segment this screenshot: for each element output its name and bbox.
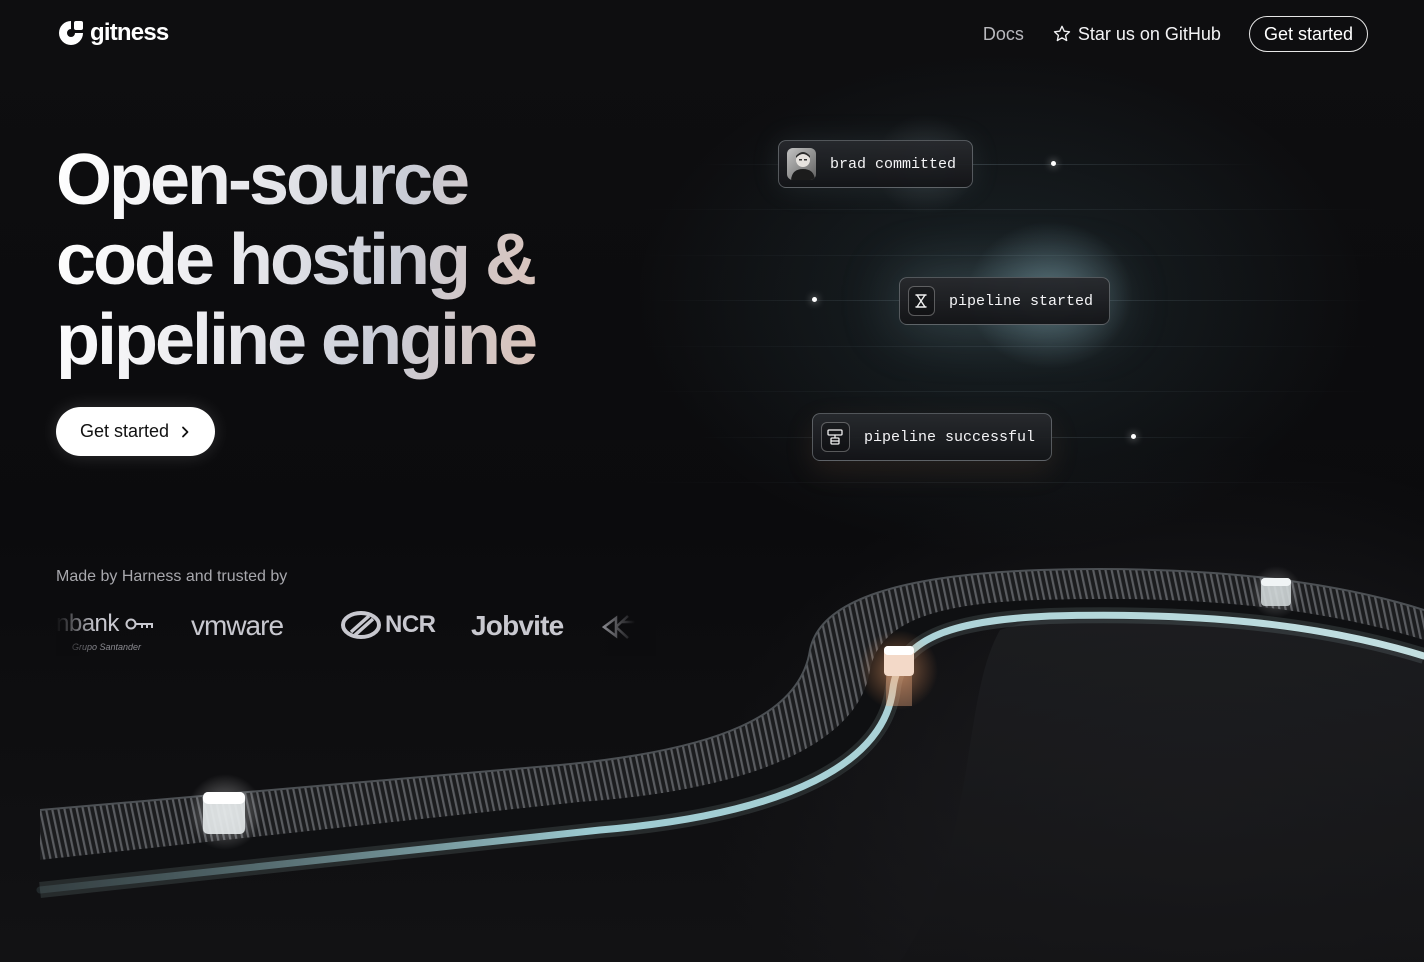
- event-text: pipeline successful: [863, 428, 1035, 446]
- avatar: [787, 148, 816, 180]
- hero-title: Open-source code hosting & pipeline engi…: [56, 140, 616, 380]
- gitness-logo-icon: [59, 21, 83, 45]
- hero-get-started-button[interactable]: Get started: [56, 407, 215, 456]
- event-text: brad committed: [829, 155, 956, 173]
- track-line: [640, 391, 1380, 392]
- hero-title-line: code hosting &: [56, 220, 534, 300]
- user-avatar-icon: [787, 148, 816, 180]
- hero-title-line: Open-source: [56, 140, 468, 220]
- event-card-commit: brad committed: [778, 140, 973, 188]
- logos-fade: [56, 606, 96, 656]
- star-icon: [1053, 25, 1071, 42]
- nav-github-link[interactable]: Star us on GitHub: [1052, 24, 1221, 45]
- track-line: [640, 255, 1380, 256]
- chevron-right-icon: [182, 426, 189, 437]
- event-card-pipeline-successful: pipeline successful: [812, 413, 1052, 461]
- brand-name: gitness: [90, 19, 169, 46]
- nav-docs-link[interactable]: Docs: [983, 24, 1024, 45]
- event-card-pipeline-started: pipeline started: [899, 277, 1110, 325]
- top-nav: Docs Star us on GitHub Get started: [983, 16, 1368, 52]
- landing-page: gitness Docs Star us on GitHub Get start…: [0, 0, 1424, 962]
- logos-fade: [586, 606, 656, 656]
- nav-github-label: Star us on GitHub: [1077, 23, 1221, 44]
- header: gitness Docs Star us on GitHub Get start…: [0, 0, 1424, 70]
- event-text: pipeline started: [948, 292, 1093, 310]
- track-line: [640, 346, 1380, 347]
- track-line: [640, 209, 1380, 210]
- nav-get-started-button[interactable]: Get started: [1248, 16, 1368, 52]
- hero-cta-label: Get started: [79, 421, 170, 441]
- hourglass-icon: [908, 286, 935, 316]
- conveyor-illustration: [36, 566, 1424, 962]
- timeline-dot: [1051, 161, 1056, 166]
- logo-link[interactable]: gitness: [56, 18, 169, 48]
- pipeline-icon: [821, 422, 850, 452]
- track-line: [640, 482, 1380, 483]
- hero-title-line: pipeline engine: [56, 300, 536, 380]
- timeline-dot: [812, 297, 817, 302]
- timeline-dot: [1131, 434, 1136, 439]
